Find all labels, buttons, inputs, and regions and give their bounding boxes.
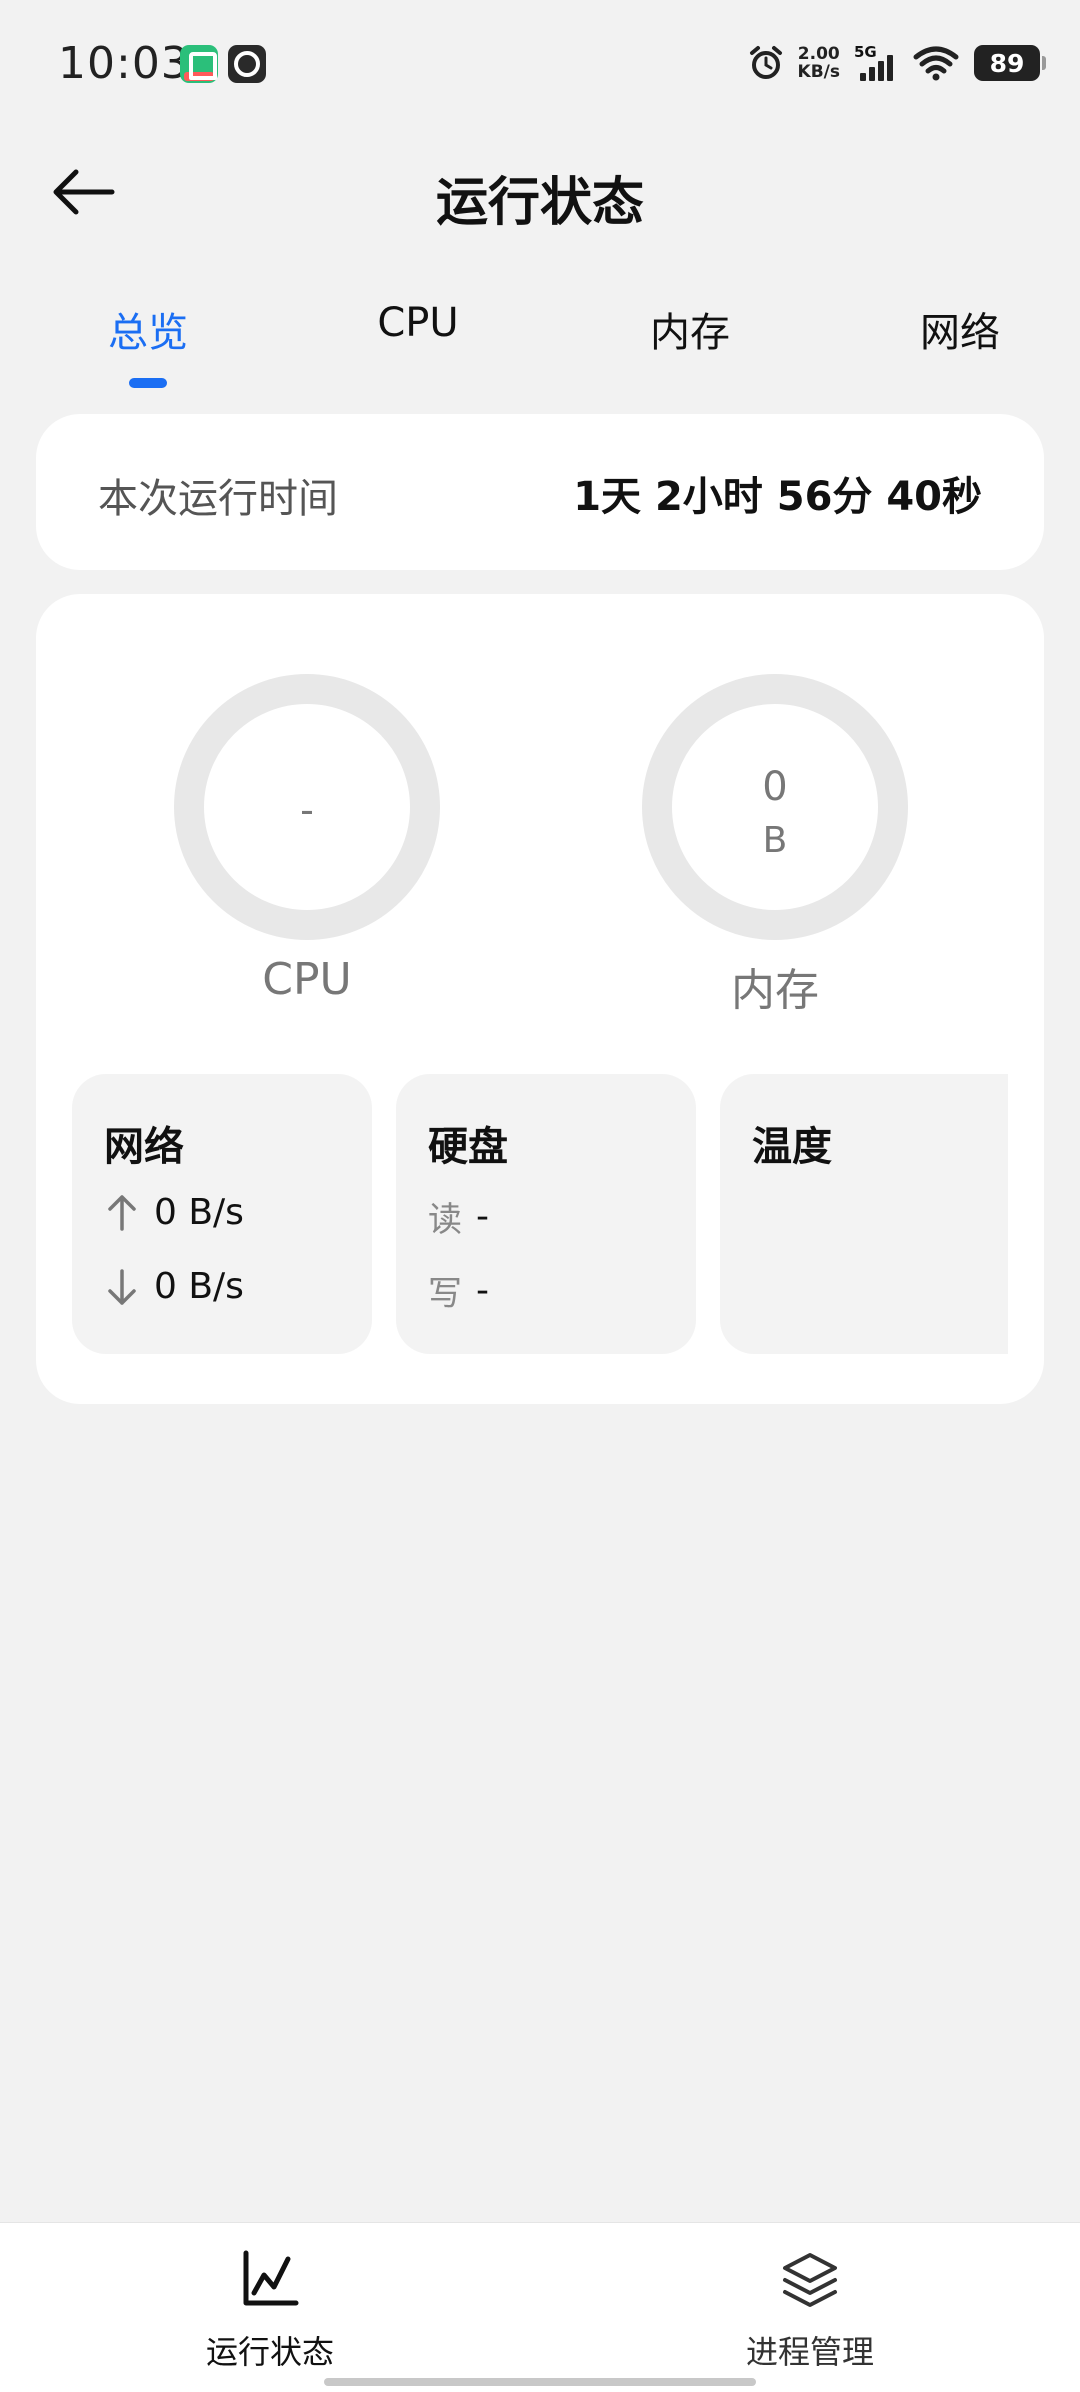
disk-read-value: - <box>476 1196 489 1237</box>
bank-notification-icon <box>228 45 266 83</box>
memory-gauge-value: 0 <box>762 764 788 810</box>
tab-indicator <box>129 378 167 388</box>
temperature-card[interactable]: 温度 <box>720 1074 1008 1354</box>
tab-bar: 总览 CPU 内存 网络 <box>0 300 1080 390</box>
page-title: 运行状态 <box>435 173 644 233</box>
speed-value: 2.00 <box>797 44 840 64</box>
disk-read-row: 读 - <box>428 1192 489 1241</box>
download-row: 0 B/s <box>104 1266 244 1307</box>
network-card-title: 网络 <box>104 1124 184 1170</box>
uptime-label: 本次运行时间 <box>98 476 338 522</box>
bottom-navigation: 运行状态 进程管理 <box>0 2222 1080 2392</box>
disk-card[interactable]: 硬盘 读 - 写 - <box>396 1074 696 1354</box>
cpu-gauge-value: - <box>300 788 314 832</box>
arrow-up-icon <box>108 1194 136 1231</box>
cpu-gauge-label: CPU <box>262 954 352 1005</box>
app-notification-icon <box>180 45 218 83</box>
memory-gauge[interactable]: 0 B <box>642 674 908 940</box>
disk-read-label: 读 <box>428 1200 462 1240</box>
memory-gauge-unit: B <box>762 820 788 861</box>
speed-unit: KB/s <box>797 62 840 82</box>
screen: 10:03 2.00 KB/s 5G 89 运行状态 总览 CPU 内存 网络 … <box>0 0 1080 2392</box>
upload-speed: 0 B/s <box>154 1192 244 1233</box>
cellular-signal-icon: 5G <box>854 43 898 83</box>
battery-level: 89 <box>989 48 1025 78</box>
arrow-down-icon <box>108 1268 136 1305</box>
disk-card-title: 硬盘 <box>428 1124 508 1170</box>
nav-running-status[interactable]: 运行状态 <box>120 2223 420 2373</box>
battery-icon: 89 <box>974 45 1046 81</box>
tab-memory[interactable]: 内存 <box>650 300 730 358</box>
upload-row: 0 B/s <box>104 1192 244 1233</box>
nav-running-status-label: 运行状态 <box>205 2333 334 2371</box>
disk-write-row: 写 - <box>428 1266 489 1315</box>
memory-gauge-label: 内存 <box>731 965 819 1016</box>
tab-overview[interactable]: 总览 <box>108 300 188 358</box>
network-card[interactable]: 网络 0 B/s 0 B/s <box>72 1074 372 1354</box>
status-icons: 2.00 KB/s 5G 89 <box>748 38 1046 88</box>
cpu-gauge[interactable]: - <box>174 674 440 940</box>
wifi-icon <box>913 46 959 81</box>
status-bar: 10:03 2.00 KB/s 5G 89 <box>0 0 1080 130</box>
network-speed: 2.00 KB/s <box>798 45 840 81</box>
temperature-card-title: 温度 <box>752 1124 832 1170</box>
uptime-value: 1天 2小时 56分 40秒 <box>573 474 982 520</box>
status-time: 10:03 <box>58 38 190 89</box>
disk-write-label: 写 <box>428 1274 462 1314</box>
tab-cpu[interactable]: CPU <box>377 300 458 346</box>
alarm-icon <box>749 46 782 79</box>
uptime-card: 本次运行时间 1天 2小时 56分 40秒 <box>36 414 1044 570</box>
disk-write-value: - <box>476 1270 489 1311</box>
layers-icon <box>783 2253 837 2307</box>
nav-process-management-label: 进程管理 <box>745 2333 874 2371</box>
line-chart-icon <box>243 2250 299 2306</box>
nav-process-management[interactable]: 进程管理 <box>660 2223 960 2373</box>
download-speed: 0 B/s <box>154 1266 244 1307</box>
home-indicator[interactable] <box>324 2378 756 2386</box>
overview-card: - CPU 0 B 内存 网络 0 B/s 0 B/s 硬盘 读 - 写 - 温… <box>36 594 1044 1404</box>
tab-network[interactable]: 网络 <box>920 300 1000 358</box>
